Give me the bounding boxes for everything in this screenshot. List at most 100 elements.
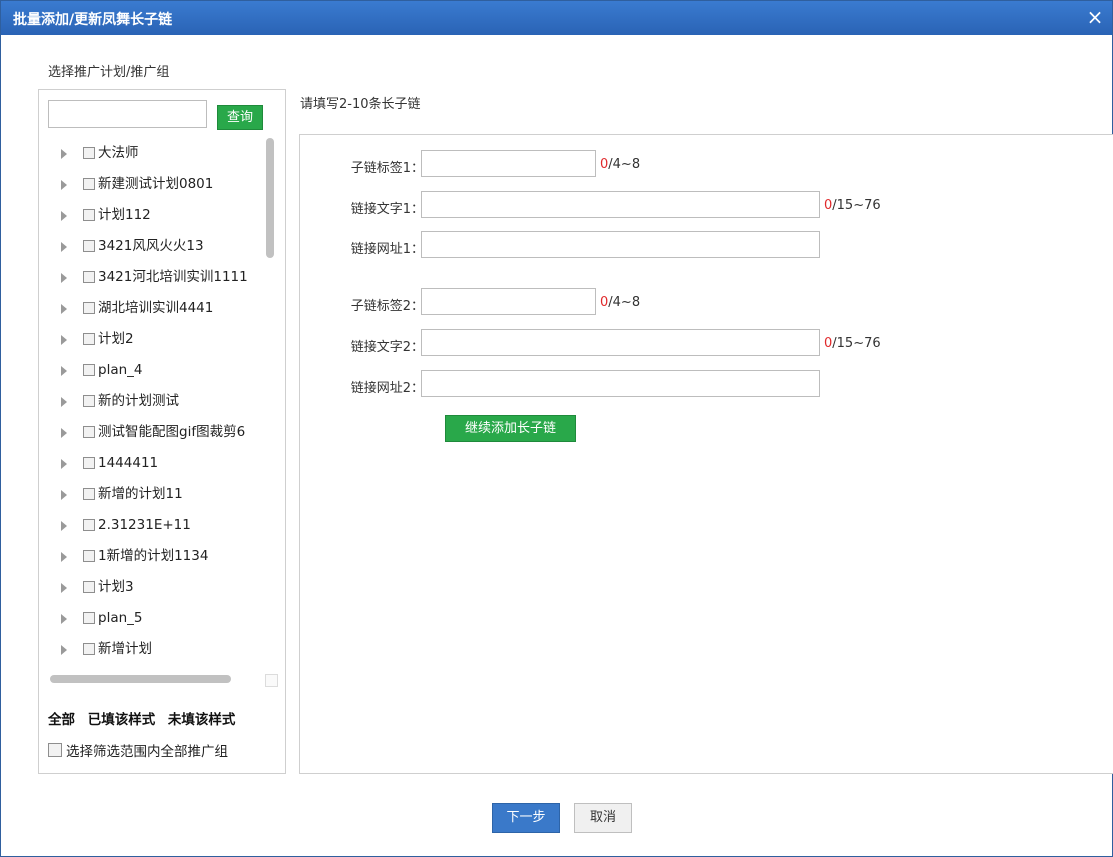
- sublink-tag-input[interactable]: [421, 288, 596, 315]
- tree-item-checkbox[interactable]: [83, 364, 95, 376]
- expand-arrow-icon[interactable]: [61, 304, 67, 314]
- dialog-titlebar: 批量添加/更新凤舞长子链 ×: [1, 1, 1112, 35]
- tree-item-checkbox[interactable]: [83, 488, 95, 500]
- tree-item-label: 计划2: [98, 331, 134, 347]
- tree-item[interactable]: 新增计划: [49, 640, 261, 660]
- expand-arrow-icon[interactable]: [61, 459, 67, 469]
- tree-item-checkbox[interactable]: [83, 550, 95, 562]
- tree-item[interactable]: plan_5: [49, 609, 261, 629]
- expand-arrow-icon[interactable]: [61, 242, 67, 252]
- tree-item[interactable]: 大法师: [49, 144, 261, 164]
- link-text-counter: 0/15~76: [824, 198, 881, 213]
- select-all-row[interactable]: 选择筛选范围内全部推广组: [48, 740, 228, 760]
- section-label: 选择推广计划/推广组: [48, 65, 170, 80]
- link-text-label: 链接文字2：: [350, 340, 424, 355]
- filter-filled[interactable]: 已填该样式: [88, 712, 156, 728]
- add-sublink-button[interactable]: 继续添加长子链: [445, 415, 576, 442]
- tree-item-checkbox[interactable]: [83, 147, 95, 159]
- expand-arrow-icon[interactable]: [61, 366, 67, 376]
- tree-item-label: 大法师: [98, 145, 139, 161]
- tree-item-label: 新的计划测试: [98, 393, 179, 409]
- link-text-input[interactable]: [421, 191, 820, 218]
- tree-item-checkbox[interactable]: [83, 178, 95, 190]
- tree-item-checkbox[interactable]: [83, 519, 95, 531]
- tree-item-label: 新增计划: [98, 641, 152, 657]
- link-url-input[interactable]: [421, 231, 820, 258]
- select-all-checkbox[interactable]: [48, 743, 62, 757]
- sublink-tag-counter: 0/4~8: [600, 157, 641, 172]
- expand-arrow-icon[interactable]: [61, 552, 67, 562]
- campaign-tree-panel: 查询 大法师 新建测试计划0801 计划112 3421风风火火13 3421河…: [38, 89, 286, 774]
- expand-arrow-icon[interactable]: [61, 428, 67, 438]
- expand-arrow-icon[interactable]: [61, 149, 67, 159]
- expand-arrow-icon[interactable]: [61, 273, 67, 283]
- tree-item[interactable]: 新建测试计划0801: [49, 175, 261, 195]
- search-button[interactable]: 查询: [217, 105, 263, 130]
- link-text-label: 链接文字1：: [350, 202, 424, 217]
- expand-arrow-icon[interactable]: [61, 521, 67, 531]
- tree-item-checkbox[interactable]: [83, 240, 95, 252]
- expand-arrow-icon[interactable]: [61, 583, 67, 593]
- sublink-tag-input[interactable]: [421, 150, 596, 177]
- select-all-label: 选择筛选范围内全部推广组: [66, 744, 228, 760]
- dialog: 批量添加/更新凤舞长子链 × 选择推广计划/推广组 查询 大法师 新建测试计划0…: [0, 0, 1113, 857]
- instruction-text: 请填写2-10条长子链: [300, 97, 421, 112]
- sublink-tag-label: 子链标签2：: [350, 299, 424, 314]
- tree-item-label: plan_4: [98, 362, 143, 378]
- tree-item[interactable]: 1444411: [49, 454, 261, 474]
- tree-item-checkbox[interactable]: [83, 333, 95, 345]
- link-url-label: 链接网址1：: [350, 242, 424, 257]
- tree-item-label: 湖北培训实训4441: [98, 300, 214, 316]
- expand-arrow-icon[interactable]: [61, 180, 67, 190]
- tree-item[interactable]: 1新增的计划1134: [49, 547, 261, 567]
- close-icon[interactable]: ×: [1084, 5, 1106, 29]
- horizontal-scrollbar-thumb[interactable]: [50, 675, 231, 683]
- tree-item-checkbox[interactable]: [83, 271, 95, 283]
- expand-arrow-icon[interactable]: [61, 397, 67, 407]
- tree-item[interactable]: 测试智能配图gif图裁剪6: [49, 423, 261, 443]
- link-url-label: 链接网址2：: [350, 381, 424, 396]
- tree-item-label: 3421风风火火13: [98, 238, 204, 254]
- tree-item-checkbox[interactable]: [83, 612, 95, 624]
- link-text-counter: 0/15~76: [824, 336, 881, 351]
- filter-links: 全部 已填该样式 未填该样式: [48, 708, 243, 728]
- tree-item[interactable]: 新的计划测试: [49, 392, 261, 412]
- expand-arrow-icon[interactable]: [61, 211, 67, 221]
- tree-item-checkbox[interactable]: [83, 581, 95, 593]
- scrollbar-corner: [265, 674, 278, 687]
- tree-item-label: 1444411: [98, 455, 159, 471]
- tree-item[interactable]: 2.31231E+11: [49, 516, 261, 536]
- tree-item[interactable]: 计划3: [49, 578, 261, 598]
- tree-item[interactable]: 计划112: [49, 206, 261, 226]
- tree-item[interactable]: 计划2: [49, 330, 261, 350]
- link-text-input[interactable]: [421, 329, 820, 356]
- tree-item[interactable]: 3421河北培训实训1111: [49, 268, 261, 288]
- tree-item-label: 测试智能配图gif图裁剪6: [98, 424, 246, 440]
- tree-item[interactable]: plan_4: [49, 361, 261, 381]
- expand-arrow-icon[interactable]: [61, 490, 67, 500]
- tree-item[interactable]: 3421风风火火13: [49, 237, 261, 257]
- link-url-input[interactable]: [421, 370, 820, 397]
- tree-item-checkbox[interactable]: [83, 302, 95, 314]
- tree-item-label: 新增的计划11: [98, 486, 183, 502]
- tree-item-label: plan_5: [98, 610, 143, 626]
- sublink-form-panel: 子链标签1： 0/4~8 链接文字1： 0/15~76 链接网址1： 子链标签2…: [299, 134, 1113, 774]
- next-step-button[interactable]: 下一步: [492, 803, 560, 833]
- tree-item[interactable]: 湖北培训实训4441: [49, 299, 261, 319]
- tree-item-checkbox[interactable]: [83, 209, 95, 221]
- filter-all[interactable]: 全部: [48, 712, 75, 728]
- sublink-tag-counter: 0/4~8: [600, 295, 641, 310]
- tree-item-checkbox[interactable]: [83, 426, 95, 438]
- tree-item[interactable]: 新增的计划11: [49, 485, 261, 505]
- tree-item-checkbox[interactable]: [83, 457, 95, 469]
- expand-arrow-icon[interactable]: [61, 645, 67, 655]
- expand-arrow-icon[interactable]: [61, 335, 67, 345]
- expand-arrow-icon[interactable]: [61, 614, 67, 624]
- cancel-button[interactable]: 取消: [574, 803, 632, 833]
- search-input[interactable]: [48, 100, 207, 128]
- vertical-scrollbar-thumb[interactable]: [266, 138, 274, 258]
- tree-item-checkbox[interactable]: [83, 643, 95, 655]
- tree-item-checkbox[interactable]: [83, 395, 95, 407]
- filter-unfilled[interactable]: 未填该样式: [168, 712, 236, 728]
- tree-item-label: 计划3: [98, 579, 134, 595]
